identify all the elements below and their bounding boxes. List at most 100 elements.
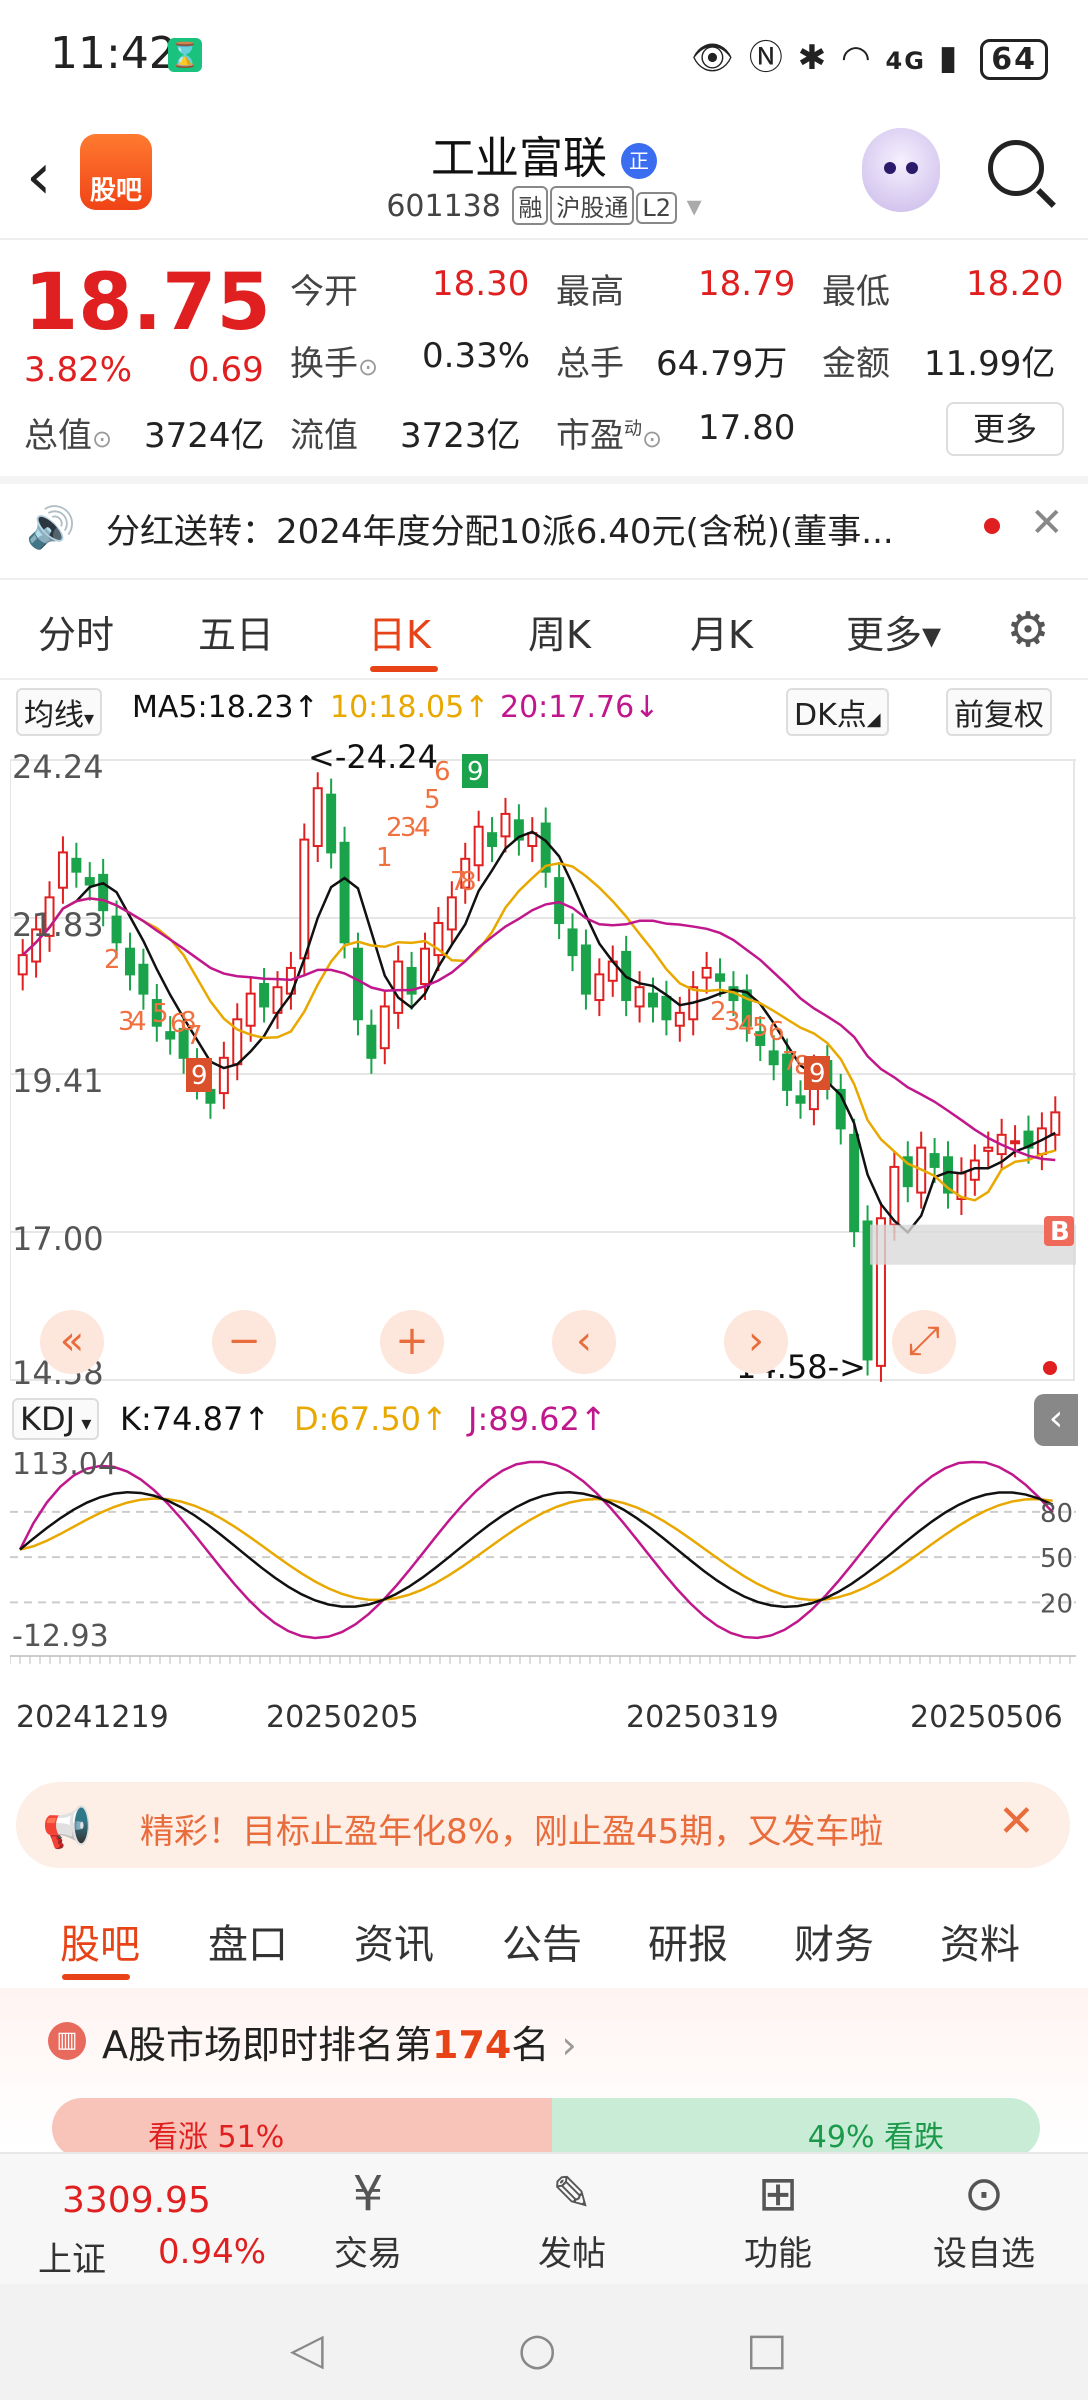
- vote-bar[interactable]: 看涨 51% 49% 看跌: [52, 2098, 1040, 2158]
- tab-handicap[interactable]: 盘口: [208, 1912, 288, 1970]
- candle: [17, 954, 28, 976]
- kdj-chart[interactable]: 113.04 -12.93 80 50 20: [9, 1447, 1076, 1692]
- vote-up-label: 看涨 51%: [148, 2120, 285, 2155]
- td-count: 4: [414, 813, 431, 843]
- td-count: 2: [104, 945, 121, 975]
- kdj-y-tick: -12.93: [12, 1619, 109, 1654]
- dividend-notice[interactable]: 🔊 分红送转：2024年度分配10派6.40元(含税)(董事... ✕: [0, 480, 1088, 576]
- candle: [929, 1153, 940, 1168]
- ma20-value: 20:17.76↓: [500, 690, 660, 725]
- stock-code: 601138: [386, 189, 501, 224]
- high-annotation: <-24.24: [308, 740, 438, 776]
- tab-weekly-k[interactable]: 周K: [528, 604, 591, 659]
- kdj-right-tick: 20: [1040, 1589, 1073, 1619]
- close-icon[interactable]: ✕: [1030, 500, 1064, 546]
- tab-announcement[interactable]: 公告: [502, 1912, 582, 1970]
- rank-text: A股市场即时排名第174名 ›: [102, 2014, 577, 2069]
- scroll-left-icon[interactable]: ‹: [552, 1310, 616, 1374]
- turnover-label[interactable]: 换手⊙: [290, 336, 378, 385]
- gear-icon[interactable]: ⚙: [1000, 602, 1056, 658]
- kline-chart[interactable]: 24.2421.8319.4117.0014.58<-24.2414.58->B…: [9, 738, 1076, 1392]
- candle: [580, 944, 591, 995]
- scroll-right-icon[interactable]: ›: [724, 1310, 788, 1374]
- info-icon: ⊙: [92, 425, 113, 453]
- close-icon[interactable]: ✕: [998, 1796, 1035, 1847]
- candle: [768, 1050, 779, 1066]
- back-triangle-icon[interactable]: ◁: [290, 2324, 324, 2375]
- date-label: 20250205: [266, 1700, 419, 1735]
- nav-post[interactable]: ✎ 发帖: [502, 2166, 642, 2275]
- nav-watchlist-label: 设自选: [933, 2234, 1035, 2274]
- vote-down[interactable]: 49% 看跌: [552, 2098, 1040, 2158]
- zoom-in-icon[interactable]: +: [380, 1310, 444, 1374]
- index-value[interactable]: 3309.95: [62, 2180, 211, 2221]
- tab-guba[interactable]: 股吧: [60, 1912, 140, 1970]
- candle: [84, 877, 95, 886]
- nav-trade[interactable]: ¥ 交易: [298, 2166, 438, 2275]
- amount-value: 11.99亿: [924, 344, 1056, 384]
- robot-assistant-icon[interactable]: [862, 128, 940, 212]
- more-button[interactable]: 更多: [946, 402, 1064, 456]
- date-label: 20241219: [16, 1700, 169, 1735]
- home-circle-icon[interactable]: ○: [518, 2324, 556, 2375]
- tab-intraday[interactable]: 分时: [38, 604, 114, 659]
- mktcap-value: 3724亿: [144, 416, 265, 456]
- candle: [849, 1133, 860, 1233]
- system-nav: ◁ ○ □: [0, 2284, 1088, 2400]
- stock-name: 工业富联: [431, 133, 607, 184]
- tab-research[interactable]: 研报: [648, 1912, 728, 1970]
- rank-suffix: 名: [511, 2023, 550, 2067]
- tab-more[interactable]: 更多▾: [846, 604, 941, 659]
- vote-down-label: 49% 看跌: [807, 2120, 944, 2155]
- collapse-tab-icon[interactable]: ‹: [1034, 1394, 1078, 1446]
- recents-square-icon[interactable]: □: [746, 2324, 788, 2375]
- edit-icon: ✎: [551, 2166, 593, 2222]
- dropdown-triangle-icon: ▾: [686, 189, 702, 224]
- tab-daily-k[interactable]: 日K: [368, 604, 431, 659]
- dk-point-button[interactable]: DK点◢: [786, 688, 889, 736]
- candle: [647, 992, 658, 1008]
- vote-up[interactable]: 看涨 51%: [52, 2098, 552, 2158]
- tab-news[interactable]: 资讯: [354, 1912, 434, 1970]
- tab-finance[interactable]: 财务: [794, 1912, 874, 1970]
- search-icon[interactable]: [988, 140, 1044, 196]
- y-tick-label: 19.41: [12, 1062, 104, 1100]
- td-count: 6: [434, 757, 451, 787]
- indicator-selector[interactable]: KDJ ▾: [12, 1398, 100, 1440]
- promo-banner[interactable]: 📢 精彩！目标止盈年化8%，刚止盈45期，又发车啦 ✕: [16, 1782, 1070, 1868]
- candle: [473, 825, 484, 867]
- open-value: 18.30: [432, 264, 530, 304]
- nfc-icon: Ⓝ: [748, 38, 785, 78]
- adjust-button[interactable]: 前复权: [946, 688, 1052, 736]
- chart-bar-icon: ▥: [48, 2022, 86, 2060]
- candle: [259, 982, 270, 1008]
- pe-label[interactable]: 市盈动⊙: [556, 408, 662, 457]
- expand-icon[interactable]: ⤢: [892, 1310, 956, 1374]
- info-icon: ⊙: [642, 425, 663, 453]
- candle: [661, 995, 672, 1021]
- indicator-label: KDJ: [20, 1400, 76, 1438]
- mktcap-label[interactable]: 总值⊙: [24, 408, 112, 457]
- candle: [554, 877, 565, 925]
- rank-number: 174: [432, 2023, 512, 2067]
- battery-icon: 64: [980, 39, 1048, 80]
- tab-profile[interactable]: 资料: [940, 1912, 1020, 1970]
- ma5-value: MA5:18.23↑: [132, 690, 319, 725]
- candle: [245, 992, 256, 1027]
- divider: [0, 678, 1088, 680]
- date-axis: 20241219 20250205 20250319 20250506: [0, 1696, 1088, 1740]
- zoom-out-icon[interactable]: −: [212, 1310, 276, 1374]
- active-tab-indicator: [370, 666, 438, 672]
- mktcap-label-text: 总值: [24, 416, 92, 456]
- candle: [674, 1011, 685, 1027]
- td-count: 1: [376, 843, 393, 873]
- double-left-icon[interactable]: «: [40, 1310, 104, 1374]
- ma-selector[interactable]: 均线▾: [16, 688, 103, 736]
- tab-monthly-k[interactable]: 月K: [690, 604, 753, 659]
- unread-dot: [984, 518, 1000, 534]
- nav-watchlist[interactable]: ⊙ 设自选: [914, 2166, 1054, 2275]
- current-price: 18.75: [24, 258, 271, 348]
- bottom-nav: 3309.95 上证 0.94% ¥ 交易 ✎ 发帖 ⊞ 功能 ⊙ 设自选: [0, 2152, 1088, 2284]
- nav-functions[interactable]: ⊞ 功能: [708, 2166, 848, 2275]
- tab-five-day[interactable]: 五日: [198, 604, 274, 659]
